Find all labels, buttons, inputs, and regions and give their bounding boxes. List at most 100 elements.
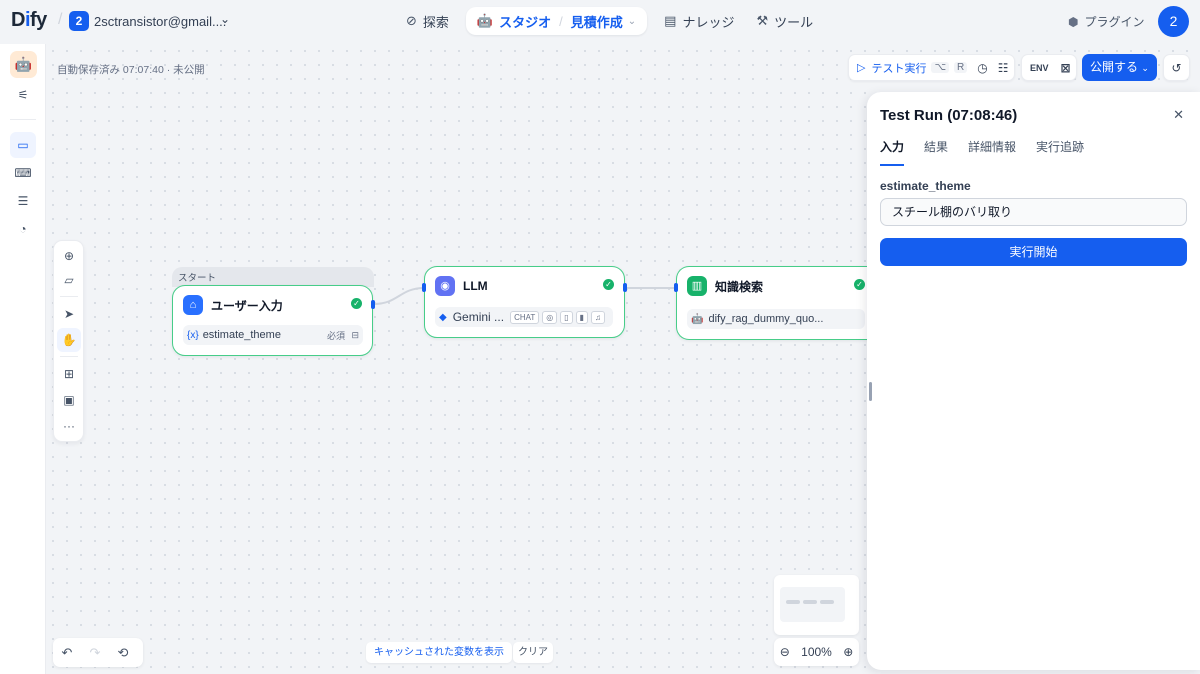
chat-tag: CHAT — [510, 310, 540, 324]
llm-node[interactable]: ◉ LLM ✓ ◆ Gemini ... CHAT ◎ ▯ ▮ ♫ — [424, 266, 625, 338]
redo-icon[interactable]: ↷ — [81, 645, 109, 661]
zoom-in-icon[interactable]: ⊕ — [843, 645, 853, 659]
hammer-icon: ⚒ — [756, 13, 769, 28]
autosave-status: 自動保存済み 07:07:40 · 未公開 — [57, 64, 205, 76]
env-toolbar: ENV ⊠ — [1021, 54, 1077, 81]
success-check-icon: ✓ — [603, 279, 614, 290]
text-field-icon: ⊟ — [351, 329, 359, 340]
home-icon: ⌂ — [183, 295, 203, 315]
orchestrate-icon[interactable]: ▭ — [10, 132, 36, 158]
add-note-icon[interactable]: ▱ — [57, 268, 81, 292]
undo-redo-bar: ↶ ↷ ⟲ — [53, 638, 143, 667]
canvas-tools: ⊕ ▱ ➤ ✋ ⊞ ▣ ··· — [53, 240, 84, 442]
output-port[interactable] — [371, 300, 375, 309]
close-icon[interactable]: ✕ — [1173, 107, 1184, 123]
panel-resize-handle[interactable] — [869, 382, 872, 401]
env-button[interactable]: ENV — [1030, 63, 1049, 73]
audio-icon: ♫ — [591, 310, 606, 324]
model-name: Gemini ... — [452, 310, 505, 324]
minimap-node — [820, 600, 834, 604]
knowledge-retrieval-node[interactable]: ▥ 知識検索 ✓ 🤖 dify_rag_dummy_quo... — [676, 266, 871, 340]
export-image-icon[interactable]: ▣ — [57, 388, 81, 412]
tools-divider — [60, 356, 78, 357]
dataset-name: dify_rag_dummy_quo... — [708, 313, 824, 325]
input-port[interactable] — [674, 283, 678, 292]
panel-title: Test Run (07:08:46) — [880, 107, 1018, 124]
variable-icon: {x} — [187, 329, 199, 341]
nav-knowledge-label: ナレッジ — [682, 14, 735, 30]
nav-knowledge[interactable]: ▤ ナレッジ — [653, 7, 745, 35]
tab-tracing[interactable]: 実行追跡 — [1036, 138, 1084, 166]
hand-icon[interactable]: ✋ — [57, 328, 81, 352]
shortcut-r: R — [954, 62, 968, 73]
nav-studio-label: スタジオ — [499, 14, 552, 30]
pointer-icon[interactable]: ➤ — [57, 302, 81, 326]
test-run-button[interactable]: テスト実行 — [871, 60, 926, 76]
chevron-down-icon: ⌄ — [1141, 63, 1149, 73]
variable-icon[interactable]: ⊠ — [1061, 61, 1071, 75]
cube-icon: ⬢ — [1068, 14, 1079, 29]
input-port[interactable] — [422, 283, 426, 292]
output-port[interactable] — [623, 283, 627, 292]
estimate-theme-input[interactable]: スチール棚のバリ取り — [880, 198, 1187, 226]
logs-icon[interactable]: ☰ — [10, 188, 36, 214]
top-bar: Dify / 2 2sctransistor@gmail.... ⌄ ⊘ 探索 … — [0, 0, 1200, 44]
terminal-icon[interactable]: ⌨ — [10, 160, 36, 186]
left-sidebar: 🤖 ⚟ ▭ ⌨ ☰ ◔ — [0, 44, 46, 674]
settings-sliders-icon[interactable]: ⚟ — [10, 82, 36, 108]
panel-tabs: 入力 結果 詳細情報 実行追跡 — [880, 138, 1104, 166]
nav-explore-label: 探索 — [422, 14, 449, 30]
checklist-icon[interactable]: ☷ — [998, 61, 1009, 75]
sidebar-divider — [10, 119, 36, 120]
test-run-panel: Test Run (07:08:46) ✕ 入力 結果 詳細情報 実行追跡 es… — [867, 92, 1200, 670]
nav-explore[interactable]: ⊘ 探索 — [395, 7, 460, 35]
nav-studio[interactable]: 🤖 スタジオ / 見積作成 ⌄ — [465, 7, 648, 35]
chevron-down-icon[interactable]: ⌄ — [628, 16, 636, 27]
robot-icon: 🤖 — [476, 13, 494, 28]
tab-result[interactable]: 結果 — [924, 138, 948, 166]
dify-logo[interactable]: Dify — [11, 9, 47, 32]
user-input-node[interactable]: ⌂ ユーザー入力 ✓ {x} estimate_theme 必須 ⊟ — [172, 285, 373, 356]
publish-button[interactable]: 公開する ⌄ — [1082, 54, 1157, 81]
tab-input[interactable]: 入力 — [880, 138, 905, 166]
plugins-label: プラグイン — [1084, 15, 1145, 29]
nav-separator: / — [559, 13, 563, 29]
edge-start-llm — [373, 287, 425, 305]
vision-icon: ◎ — [542, 310, 558, 324]
monitor-icon[interactable]: ◔ — [10, 216, 36, 242]
app-name[interactable]: 見積作成 — [571, 12, 623, 31]
minimap-node — [786, 600, 800, 604]
checklist-clock-icon[interactable]: ◷ — [977, 61, 987, 75]
minimap[interactable] — [774, 575, 859, 635]
minimap-viewport — [780, 587, 845, 622]
more-icon[interactable]: ··· — [57, 414, 81, 438]
zoom-out-icon[interactable]: ⊖ — [780, 645, 790, 659]
nav-tools[interactable]: ⚒ ツール — [745, 7, 824, 35]
tools-divider — [60, 296, 78, 297]
run-button[interactable]: 実行開始 — [880, 238, 1187, 266]
workspace-badge[interactable]: 2 — [69, 11, 89, 31]
tab-details[interactable]: 詳細情報 — [968, 138, 1016, 166]
avatar[interactable]: 2 — [1158, 6, 1189, 37]
chevron-down-icon[interactable]: ⌄ — [220, 12, 230, 26]
add-node-icon[interactable]: ⊕ — [57, 244, 81, 268]
show-cached-variables-button[interactable]: キャッシュされた変数を表示 — [366, 642, 512, 663]
test-run-toolbar: ▷ テスト実行 ⌥ R ◷ ☷ — [848, 54, 1015, 81]
workspace-name[interactable]: 2sctransistor@gmail.... — [94, 14, 226, 29]
compass-icon: ⊘ — [406, 13, 417, 28]
input-variable-name: estimate_theme — [202, 329, 281, 341]
plugins-button[interactable]: ⬢ プラグイン — [1068, 13, 1145, 30]
breadcrumb-separator: / — [58, 11, 63, 28]
book-open-icon: ▥ — [687, 276, 707, 296]
history-icon[interactable]: ⟲ — [109, 645, 137, 661]
zoom-level[interactable]: 100% — [801, 645, 832, 659]
version-history-button[interactable]: ↺ — [1163, 54, 1190, 81]
play-icon[interactable]: ▷ — [857, 61, 865, 74]
undo-icon[interactable]: ↶ — [53, 645, 81, 661]
main-nav: ⊘ 探索 🤖 スタジオ / 見積作成 ⌄ ▤ ナレッジ ⚒ ツール — [395, 7, 824, 35]
clear-button[interactable]: クリア — [513, 642, 553, 663]
app-icon[interactable]: 🤖 — [10, 51, 37, 78]
model-row: ◆ Gemini ... CHAT ◎ ▯ ▮ ♫ — [435, 307, 613, 327]
organize-icon[interactable]: ⊞ — [57, 362, 81, 386]
gemini-icon: ◆ — [439, 311, 447, 323]
